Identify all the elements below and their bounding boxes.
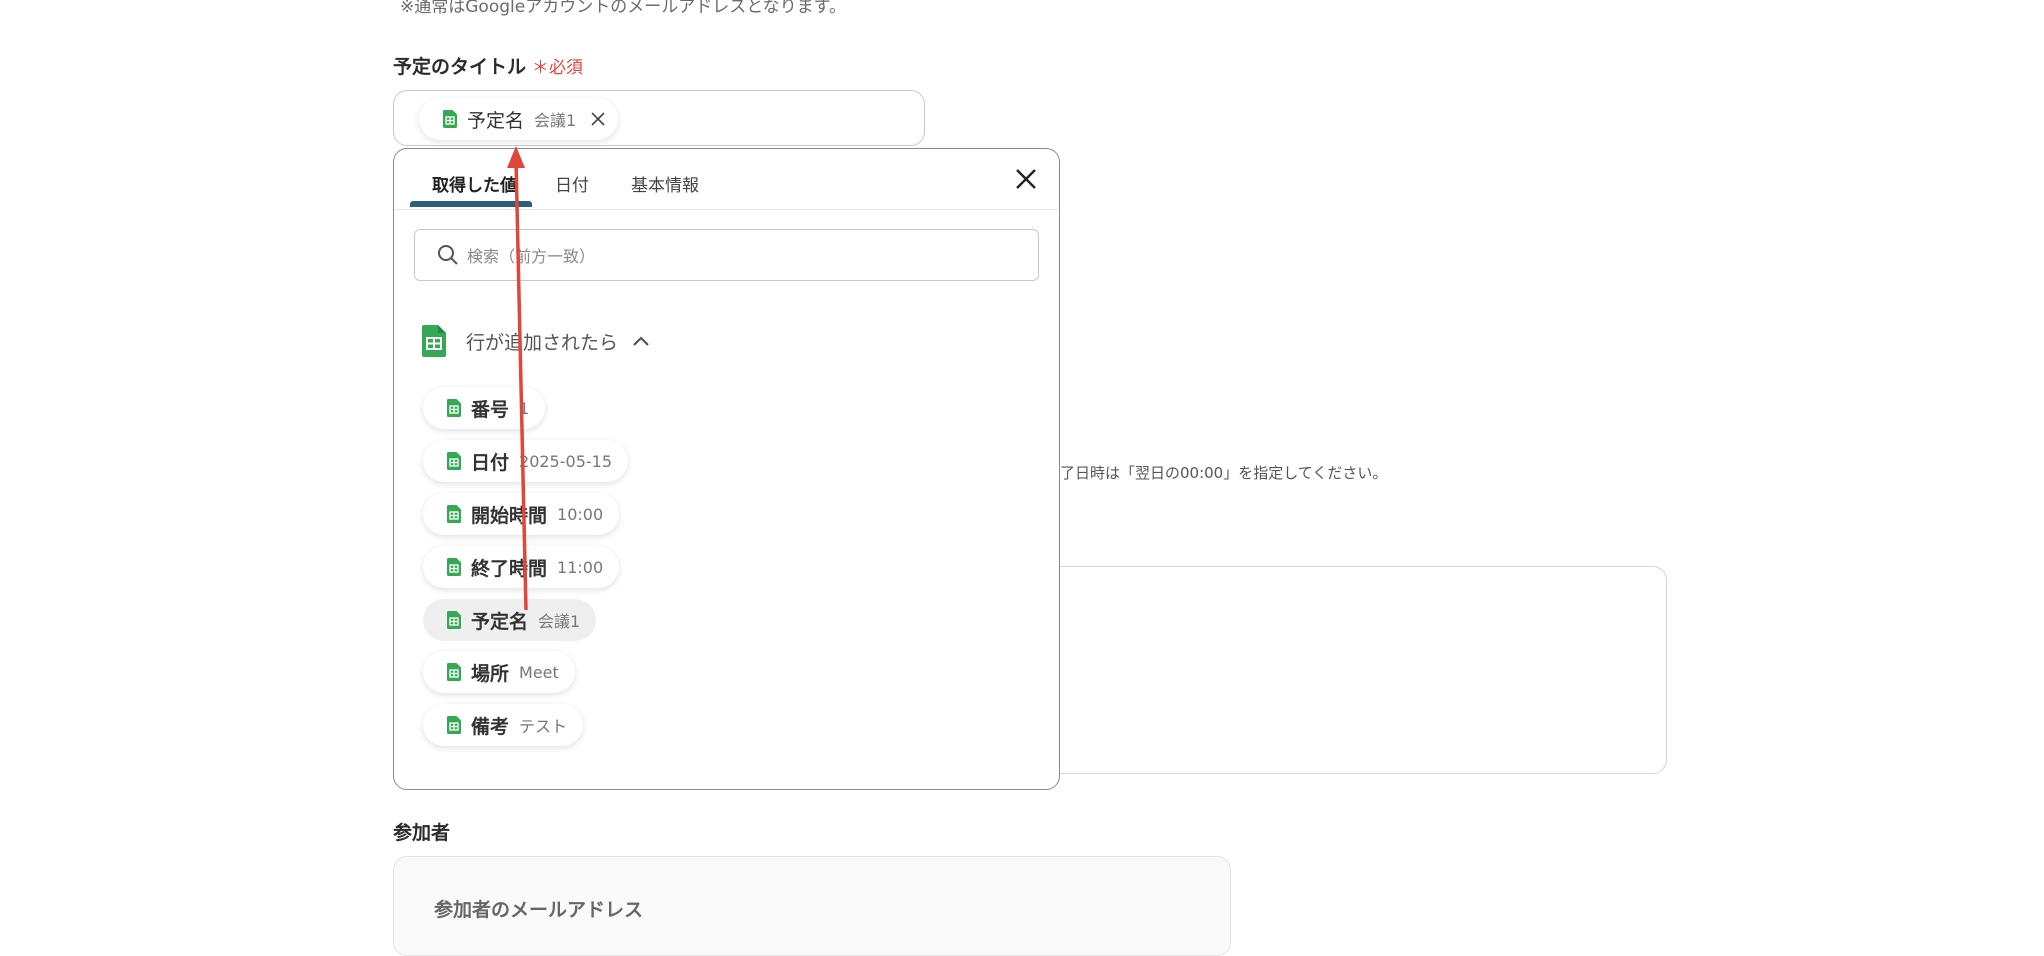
- title-field-label: 予定のタイトル ＊必須: [393, 52, 583, 79]
- title-label-text: 予定のタイトル: [393, 56, 527, 78]
- required-mark: ＊必須: [532, 58, 584, 78]
- value-chip-value: 11:00: [557, 557, 604, 577]
- sheets-icon: [447, 452, 461, 470]
- description-textarea[interactable]: [1060, 566, 1667, 774]
- value-chip-label: 番号: [471, 398, 510, 421]
- value-chip-item[interactable]: 番号 1: [423, 387, 546, 429]
- search-icon: [438, 245, 458, 265]
- tab-basic-info[interactable]: 基本情報: [631, 171, 699, 196]
- value-chip-item[interactable]: 備考 テスト: [423, 704, 584, 746]
- value-chip-item[interactable]: 場所 Meet: [423, 651, 575, 693]
- value-chip-label: 場所: [471, 662, 510, 685]
- value-chip-label: 備考: [471, 715, 510, 738]
- sheets-icon: [447, 558, 461, 576]
- title-value-chip[interactable]: 予定名 会議1: [419, 98, 619, 140]
- value-chip-item[interactable]: 予定名 会議1: [423, 599, 597, 641]
- value-chip-value: Meet: [519, 662, 559, 682]
- top-helper-note: ※通常はGoogleアカウントのメールアドレスとなります。: [400, 0, 846, 17]
- sheets-icon: [422, 325, 446, 357]
- participant-email-label: 参加者のメールアドレス: [434, 899, 644, 921]
- value-chip-label: 開始時間: [471, 504, 548, 527]
- value-chip-item[interactable]: 終了時間 11:00: [423, 546, 620, 588]
- value-chip-label: 予定名: [471, 610, 529, 633]
- sheets-icon: [447, 663, 461, 681]
- value-chip-item[interactable]: 開始時間 10:00: [423, 493, 620, 535]
- participants-section: 参加者のメールアドレス: [393, 856, 1231, 956]
- trigger-group-header[interactable]: 行が追加されたら: [422, 325, 650, 357]
- value-chip-value: 2025-05-15: [519, 451, 612, 471]
- value-chip-item[interactable]: 日付 2025-05-15: [423, 440, 628, 482]
- sheets-icon: [447, 399, 461, 417]
- sheets-icon: [443, 110, 457, 128]
- sheets-icon: [447, 716, 461, 734]
- sheets-icon: [447, 505, 461, 523]
- value-chip-label: 日付: [471, 451, 510, 474]
- value-chip-value: テスト: [519, 717, 568, 736]
- chip-value: 会議1: [534, 111, 577, 130]
- popover-tabs: 取得した値 日付 基本情報: [394, 149, 1059, 210]
- variable-picker-popover: 取得した値 日付 基本情報 行が追加されたら 番号 1 日付 2025-05-15 開始…: [393, 148, 1060, 790]
- tab-fetched-values[interactable]: 取得した値: [432, 171, 517, 196]
- value-chip-value: 10:00: [557, 504, 604, 524]
- search-box: [414, 229, 1039, 281]
- active-tab-indicator: [410, 201, 532, 207]
- close-icon[interactable]: [1014, 167, 1038, 191]
- remove-chip-icon[interactable]: [590, 111, 606, 127]
- participants-label: 参加者: [393, 822, 451, 844]
- value-chip-value: 1: [519, 398, 530, 418]
- chevron-up-icon[interactable]: [632, 335, 650, 347]
- value-chip-label: 終了時間: [471, 557, 548, 580]
- search-input[interactable]: [465, 240, 1029, 272]
- sheets-icon: [447, 611, 461, 629]
- value-chip-value: 会議1: [538, 612, 581, 631]
- trigger-group-label: 行が追加されたら: [466, 331, 619, 354]
- end-time-helper-note: 了日時は「翌日の00:00」を指定してください。: [1060, 464, 1388, 482]
- tab-date[interactable]: 日付: [555, 171, 589, 196]
- chip-label: 予定名: [467, 109, 525, 132]
